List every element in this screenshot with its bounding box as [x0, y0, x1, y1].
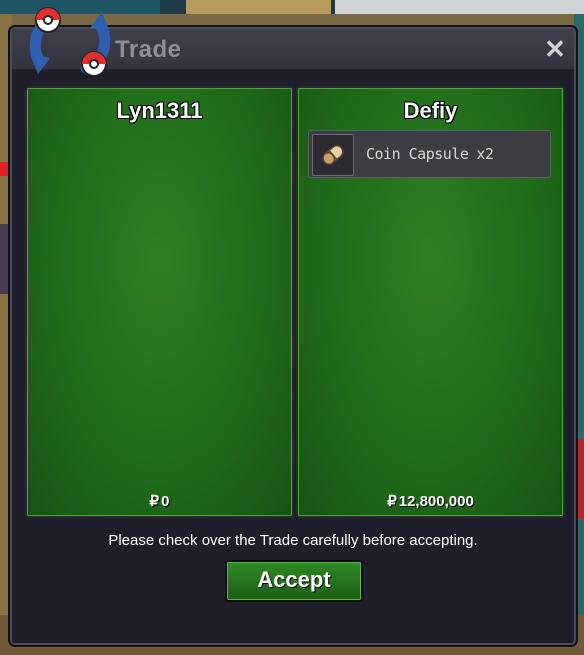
item-quantity: x2	[476, 145, 494, 163]
window-title: Trade	[115, 36, 182, 63]
background-tile	[0, 224, 8, 294]
trade-window: Trade ✕ Lyn1311 ₽0 Defiy Coin Capsule x2…	[10, 7, 576, 645]
background-tile	[0, 162, 8, 176]
coin-capsule-icon	[322, 145, 344, 166]
left-player-name: Lyn1311	[116, 98, 203, 123]
right-money: ₽12,800,000	[298, 492, 563, 510]
accept-button[interactable]: Accept	[225, 560, 363, 602]
left-money: ₽0	[27, 492, 292, 510]
item-label: Coin Capsule x2	[366, 145, 494, 163]
left-offer-panel: Lyn1311 ₽0	[25, 86, 294, 518]
close-button[interactable]: ✕	[542, 36, 568, 62]
trade-arrows-icon	[29, 7, 111, 77]
right-money-amount: 12,800,000	[398, 493, 474, 510]
right-offer-panel: Defiy Coin Capsule x2 ₽12,800,000	[296, 86, 565, 518]
pokedollar-icon: ₽	[149, 493, 160, 510]
background-tile	[335, 0, 584, 14]
trade-item-row[interactable]: Coin Capsule x2	[308, 130, 551, 178]
left-money-amount: 0	[161, 493, 170, 510]
pokedollar-icon: ₽	[387, 493, 397, 510]
background-tile	[186, 0, 331, 14]
item-name: Coin Capsule	[366, 145, 469, 163]
trade-warning-text: Please check over the Trade carefully be…	[108, 532, 478, 549]
item-icon-slot	[312, 134, 354, 176]
right-player-name: Defiy	[403, 98, 458, 123]
